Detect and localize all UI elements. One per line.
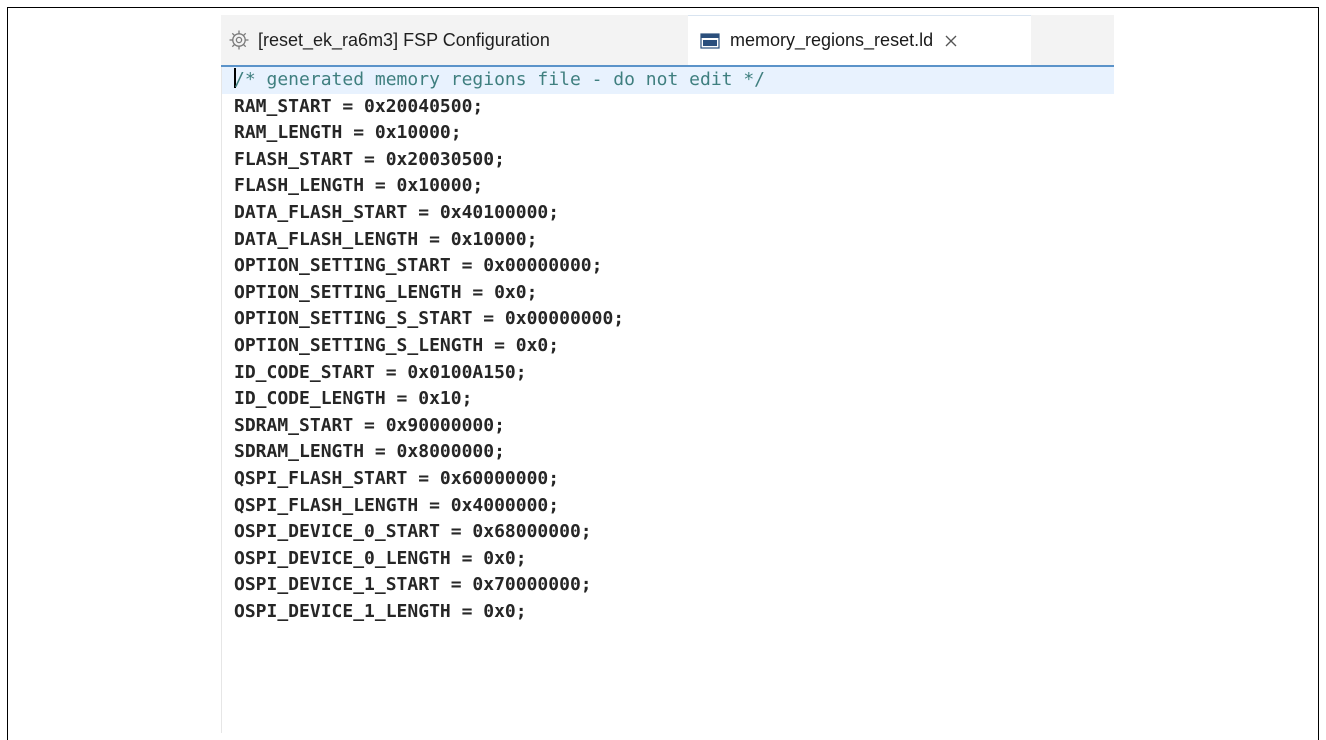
code-area[interactable]: /* generated memory regions file - do no…	[221, 67, 1114, 625]
code-line: RAM_START = 0x20040500;	[234, 95, 484, 117]
code-line: OPTION_SETTING_START = 0x00000000;	[234, 255, 603, 277]
code-line: DATA_FLASH_START = 0x40100000;	[234, 201, 560, 223]
tab-fsp-label: [reset_ek_ra6m3] FSP Configuration	[258, 29, 550, 50]
code-line: RAM_LENGTH = 0x10000;	[234, 122, 462, 144]
code-line: OSPI_DEVICE_0_START = 0x68000000;	[234, 521, 592, 543]
editor-left-border	[221, 67, 222, 733]
editor-window: [reset_ek_ra6m3] FSP Configuration memor…	[221, 15, 1114, 733]
tab-memory-regions[interactable]: memory_regions_reset.ld	[688, 15, 1031, 65]
code-line: SDRAM_LENGTH = 0x8000000;	[234, 441, 505, 463]
code-line: OPTION_SETTING_LENGTH = 0x0;	[234, 281, 538, 303]
code-line: QSPI_FLASH_LENGTH = 0x4000000;	[234, 494, 560, 516]
code-line: FLASH_START = 0x20030500;	[234, 148, 505, 170]
tab-memory-regions-label: memory_regions_reset.ld	[730, 30, 934, 50]
document-icon	[700, 32, 720, 50]
tab-bar: [reset_ek_ra6m3] FSP Configuration memor…	[221, 15, 1114, 65]
code-line: OSPI_DEVICE_1_LENGTH = 0x0;	[234, 600, 527, 622]
code-line: DATA_FLASH_LENGTH = 0x10000;	[234, 228, 538, 250]
code-line: SDRAM_START = 0x90000000;	[234, 414, 505, 436]
gear-icon	[228, 29, 250, 51]
code-line: OPTION_SETTING_S_START = 0x00000000;	[234, 308, 625, 330]
code-line: ID_CODE_START = 0x0100A150;	[234, 361, 527, 383]
comment-text: /* generated memory regions file - do no…	[234, 69, 766, 90]
code-line-comment: /* generated memory regions file - do no…	[221, 67, 1114, 94]
tab-fsp-configuration[interactable]: [reset_ek_ra6m3] FSP Configuration	[221, 15, 681, 65]
code-line: OSPI_DEVICE_0_LENGTH = 0x0;	[234, 547, 527, 569]
close-icon[interactable]	[943, 33, 959, 49]
code-line: FLASH_LENGTH = 0x10000;	[234, 175, 484, 197]
code-line: OSPI_DEVICE_1_START = 0x70000000;	[234, 574, 592, 596]
code-line: ID_CODE_LENGTH = 0x10;	[234, 388, 473, 410]
code-line: QSPI_FLASH_START = 0x60000000;	[234, 467, 560, 489]
code-line: OPTION_SETTING_S_LENGTH = 0x0;	[234, 334, 560, 356]
